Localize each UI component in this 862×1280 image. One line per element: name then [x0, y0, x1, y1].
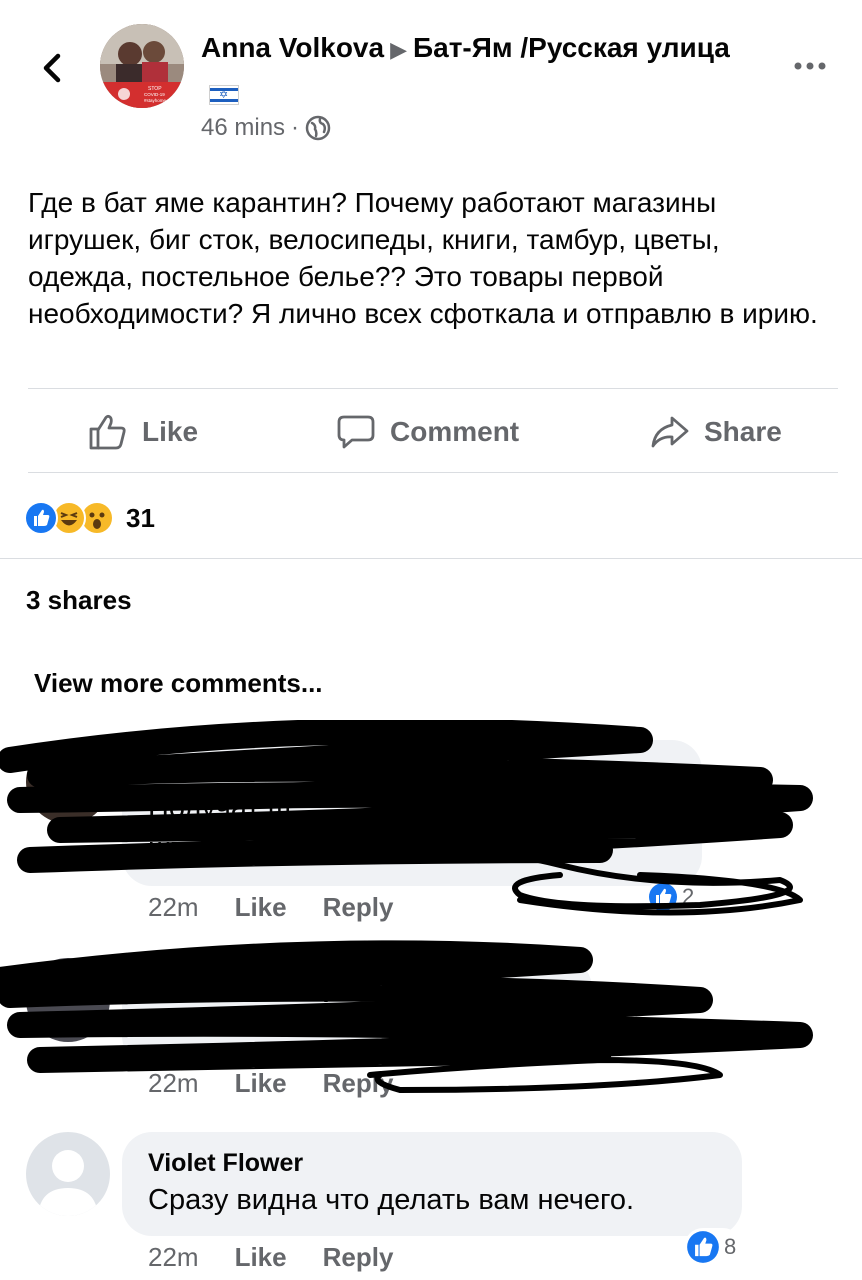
- comment-like-button[interactable]: Like: [235, 892, 287, 923]
- default-avatar-icon: [38, 1150, 98, 1216]
- comment-avatar[interactable]: [26, 1132, 110, 1216]
- comment-reply-button[interactable]: Reply: [323, 892, 394, 923]
- reactions-count: 31: [126, 502, 155, 533]
- share-button[interactable]: Share: [650, 392, 782, 472]
- avatar-badge-line-3: #stayhome: [144, 98, 167, 103]
- like-reaction-icon: [649, 883, 677, 911]
- comment-bubble: Violet Flower Сразу видна что делать вам…: [122, 1132, 742, 1236]
- meta-separator: ·: [291, 114, 300, 141]
- back-chevron-icon: [43, 53, 61, 83]
- comment-reply-button[interactable]: Reply: [323, 1068, 394, 1099]
- share-label: Share: [704, 416, 782, 447]
- author-avatar[interactable]: STOP COVID-19 #stayhome: [100, 24, 184, 108]
- comment-bubble: Виталий Скляров О: [122, 958, 592, 1066]
- comment-meta: 22m Like Reply: [148, 892, 429, 923]
- israel-flag-icon: ✡: [209, 85, 239, 105]
- comment-like-number: 2: [682, 884, 695, 909]
- divider: [28, 388, 838, 389]
- comment-avatar[interactable]: [26, 740, 110, 824]
- comment-text-line-1: Получат ш моне: [148, 792, 590, 824]
- comment-meta: 22m Like Reply: [148, 1068, 429, 1099]
- divider: [28, 472, 838, 473]
- like-button[interactable]: Like: [88, 392, 198, 472]
- like-label: Like: [142, 416, 199, 447]
- comment-like-button[interactable]: Like: [235, 1068, 287, 1099]
- comment-author[interactable]: Violet Flower: [148, 1146, 716, 1180]
- like-reaction-icon: [24, 501, 58, 535]
- group-name[interactable]: Бат-Ям /Русская улица: [413, 32, 730, 63]
- comment-bubble-icon: [337, 415, 375, 449]
- comment-button[interactable]: Comment: [336, 392, 519, 472]
- author-name[interactable]: Anna Volkova: [201, 32, 384, 63]
- comment-meta: 22m Like Reply: [148, 1242, 429, 1273]
- post-action-bar: Like Comment Share: [0, 392, 862, 472]
- comment-author[interactable]: Виталий Скляров: [148, 972, 566, 1006]
- view-more-comments-link[interactable]: View more comments...: [34, 668, 323, 699]
- comment-like-number: 8: [724, 1234, 737, 1259]
- comment-label: Comment: [390, 416, 520, 447]
- more-dots-icon: [794, 62, 826, 70]
- comment-like-count[interactable]: 2: [646, 880, 701, 914]
- post-text: Где в бат яме карантин? Почему работают …: [28, 187, 818, 329]
- like-thumb-icon: [89, 414, 126, 450]
- comment-text-line-2: штрафовали: [148, 832, 322, 864]
- post-meta: 46 mins ·: [201, 114, 331, 142]
- globe-icon: [305, 115, 331, 141]
- comment-like-button[interactable]: Like: [235, 1242, 287, 1273]
- comment-bubble: Yelena Galkova Получат ш моне штрафовали: [122, 740, 702, 886]
- avatar-badge-line-2: COVID-19: [144, 92, 165, 97]
- arrow-right-icon: ▶: [390, 37, 408, 62]
- more-options-button[interactable]: [790, 54, 830, 78]
- back-button[interactable]: [34, 46, 74, 90]
- section-divider: [0, 558, 862, 559]
- reactions-summary[interactable]: 31: [24, 498, 155, 538]
- comment-avatar[interactable]: [26, 958, 110, 1042]
- comment-time[interactable]: 22m: [148, 892, 199, 923]
- comment-reply-button[interactable]: Reply: [323, 1242, 394, 1273]
- post-time[interactable]: 46 mins: [201, 114, 285, 142]
- share-arrow-icon: [651, 416, 689, 448]
- comment-time[interactable]: 22m: [148, 1068, 199, 1099]
- comment-text: О: [148, 1010, 171, 1042]
- comment-text: Сразу видна что делать вам нечего.: [148, 1184, 635, 1216]
- comment-time[interactable]: 22m: [148, 1242, 199, 1273]
- like-reaction-icon: [687, 1231, 719, 1263]
- shares-count[interactable]: 3 shares: [26, 585, 132, 616]
- comment-author[interactable]: Yelena Galkova: [148, 754, 676, 788]
- post-header-title: Anna Volkova ▶ Бат-Ям /Русская улица ✡: [201, 26, 761, 116]
- comment-like-count[interactable]: 8: [684, 1228, 743, 1266]
